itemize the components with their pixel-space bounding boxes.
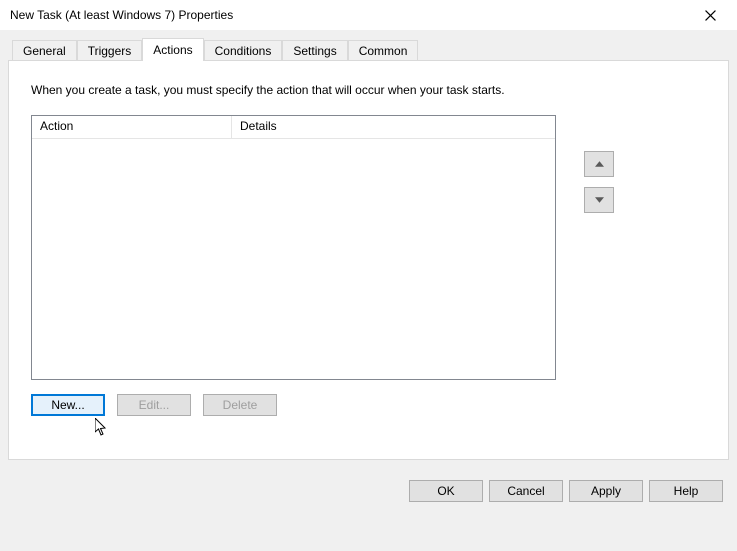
tab-common[interactable]: Common	[348, 40, 419, 61]
arrow-down-icon	[595, 197, 604, 203]
column-action[interactable]: Action	[32, 116, 232, 138]
actions-panel: When you create a task, you must specify…	[8, 60, 729, 460]
tab-general[interactable]: General	[12, 40, 77, 61]
listview-header: Action Details	[32, 116, 555, 139]
delete-button[interactable]: Delete	[203, 394, 277, 416]
reorder-buttons	[584, 151, 614, 380]
tab-triggers[interactable]: Triggers	[77, 40, 143, 61]
move-up-button[interactable]	[584, 151, 614, 177]
mouse-cursor	[95, 418, 109, 439]
window-title: New Task (At least Windows 7) Properties	[10, 8, 233, 22]
titlebar: New Task (At least Windows 7) Properties	[0, 0, 737, 30]
help-button[interactable]: Help	[649, 480, 723, 502]
tab-strip: General Triggers Actions Conditions Sett…	[12, 38, 729, 60]
tab-conditions[interactable]: Conditions	[204, 40, 283, 61]
list-area: Action Details	[31, 115, 706, 380]
tab-actions[interactable]: Actions	[142, 38, 203, 61]
column-details[interactable]: Details	[232, 116, 555, 138]
tab-settings[interactable]: Settings	[282, 40, 347, 61]
action-button-row: New... Edit... Delete	[31, 394, 706, 416]
move-down-button[interactable]	[584, 187, 614, 213]
close-icon	[705, 10, 716, 21]
dialog-button-row: OK Cancel Apply Help	[409, 480, 723, 502]
dialog-body: General Triggers Actions Conditions Sett…	[0, 30, 737, 551]
arrow-up-icon	[595, 161, 604, 167]
apply-button[interactable]: Apply	[569, 480, 643, 502]
edit-button[interactable]: Edit...	[117, 394, 191, 416]
new-button[interactable]: New...	[31, 394, 105, 416]
close-button[interactable]	[689, 3, 731, 27]
properties-window: New Task (At least Windows 7) Properties…	[0, 0, 737, 551]
cancel-button[interactable]: Cancel	[489, 480, 563, 502]
ok-button[interactable]: OK	[409, 480, 483, 502]
instruction-text: When you create a task, you must specify…	[31, 83, 706, 97]
actions-listview[interactable]: Action Details	[31, 115, 556, 380]
